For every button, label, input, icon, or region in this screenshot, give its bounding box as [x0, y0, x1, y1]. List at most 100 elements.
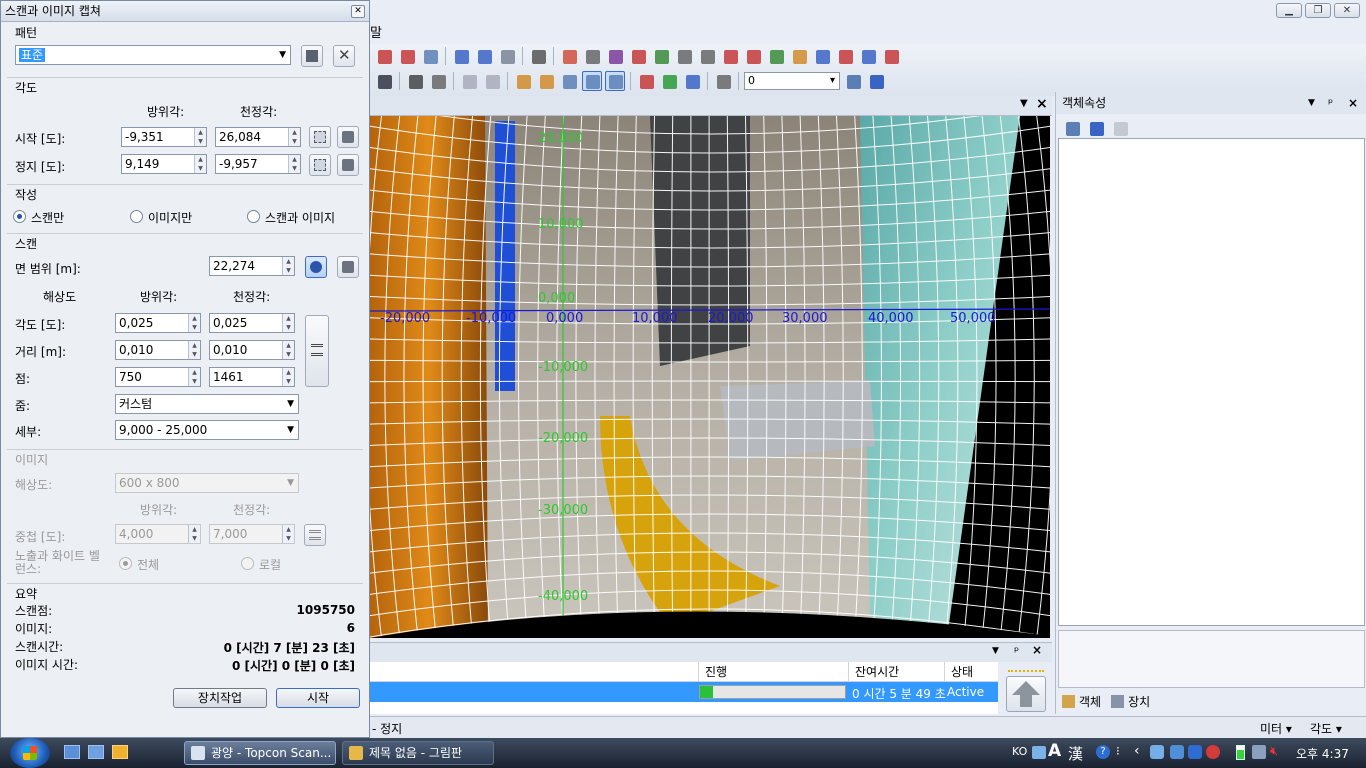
- progress-row[interactable]: 0 시간 5 분 49 초 Active: [370, 682, 998, 702]
- battery-icon[interactable]: [1236, 745, 1245, 760]
- detail-select[interactable]: 9,000 - 25,000 ▼: [115, 420, 299, 440]
- radio-image-only[interactable]: 이미지만: [130, 209, 192, 226]
- tab-devices[interactable]: 장치: [1111, 692, 1150, 712]
- task-paint[interactable]: 제목 없음 - 그림판: [342, 741, 494, 765]
- tray-app-icon[interactable]: [1150, 745, 1164, 759]
- properties-grid[interactable]: [1058, 138, 1365, 626]
- clock[interactable]: 오후 4:37: [1296, 745, 1349, 762]
- dialog-close-icon[interactable]: ✕: [351, 5, 365, 18]
- pattern-select[interactable]: 표준 ▼: [15, 45, 291, 65]
- distance-zenith-input[interactable]: 0,010 ▲ ▼: [209, 340, 295, 360]
- close-button[interactable]: ✕: [1334, 3, 1360, 18]
- print-icon[interactable]: [405, 71, 425, 91]
- view2-icon[interactable]: [536, 71, 556, 91]
- input-language[interactable]: KO: [1012, 745, 1027, 758]
- scan-icon[interactable]: [559, 46, 579, 66]
- start-pick-button[interactable]: [309, 126, 331, 148]
- tray-expand-icon[interactable]: ‹: [1134, 743, 1140, 759]
- tray-options-icon[interactable]: ⁝: [1116, 744, 1120, 758]
- link-resolution-button[interactable]: [305, 315, 329, 387]
- zoom-out-icon[interactable]: [474, 46, 494, 66]
- scan-angle-azimuth-input[interactable]: 0,025 ▲ ▼: [115, 313, 201, 333]
- layer-select[interactable]: 0 ▾: [744, 72, 840, 90]
- range-measure-button[interactable]: [305, 256, 327, 278]
- box1-icon[interactable]: [674, 46, 694, 66]
- stop-azimuth-input[interactable]: 9,149 ▲ ▼: [121, 154, 207, 174]
- table-icon[interactable]: [497, 46, 517, 66]
- progress-dropdown-icon[interactable]: ▼: [992, 646, 999, 656]
- restore-button[interactable]: ❐: [1305, 3, 1331, 18]
- sel4-icon[interactable]: [835, 46, 855, 66]
- help-icon[interactable]: ?: [1096, 745, 1110, 759]
- view1-icon[interactable]: [513, 71, 533, 91]
- viewer-close-icon[interactable]: ×: [1036, 96, 1048, 112]
- view4-icon[interactable]: [582, 71, 602, 91]
- sel3-icon[interactable]: [812, 46, 832, 66]
- cube-green-icon[interactable]: [659, 71, 679, 91]
- cube-blue-icon[interactable]: [682, 71, 702, 91]
- ime-pad-icon[interactable]: [1032, 746, 1046, 759]
- zoom-select[interactable]: 커스텀 ▼: [115, 394, 299, 414]
- layers-icon[interactable]: [866, 71, 886, 91]
- explorer-icon[interactable]: [88, 745, 104, 759]
- save-pattern-button[interactable]: [301, 45, 323, 67]
- cube-red-icon[interactable]: [636, 71, 656, 91]
- sel6-icon[interactable]: [881, 46, 901, 66]
- select-box-icon[interactable]: [397, 46, 417, 66]
- box2-icon[interactable]: [697, 46, 717, 66]
- sort-az-icon[interactable]: [1086, 118, 1106, 138]
- angle-selector[interactable]: 각도 ▾: [1310, 720, 1342, 737]
- start-orb[interactable]: [10, 738, 50, 768]
- overlap-zenith-input[interactable]: 7,000 ▲ ▼: [209, 524, 295, 544]
- point-cloud-viewer[interactable]: -20,000 -10,000 0,000 10,000 20,000 30,000 40,…: [370, 116, 1050, 638]
- select-region-icon[interactable]: [374, 46, 394, 66]
- panel-dropdown-icon[interactable]: ▼: [1308, 92, 1315, 114]
- radio-scan-and-image[interactable]: 스캔과 이미지: [247, 209, 335, 226]
- range-camera-button[interactable]: [337, 256, 359, 278]
- network-status-icon[interactable]: [1252, 745, 1266, 759]
- range-input[interactable]: 22,274 ▲ ▼: [209, 256, 295, 276]
- property-pages-icon[interactable]: [1110, 118, 1130, 138]
- filter-icon[interactable]: [651, 46, 671, 66]
- viewer-dropdown-icon[interactable]: ▼: [1020, 98, 1028, 109]
- ime-mode-a[interactable]: A: [1048, 741, 1061, 761]
- grid-view-icon[interactable]: [420, 46, 440, 66]
- target-icon[interactable]: [628, 46, 648, 66]
- progress-pin-icon[interactable]: ᵖ: [1014, 644, 1019, 658]
- sel1-icon[interactable]: [766, 46, 786, 66]
- start-camera-button[interactable]: [337, 126, 359, 148]
- categorized-icon[interactable]: [1062, 118, 1082, 138]
- view3-icon[interactable]: [559, 71, 579, 91]
- fit-icon[interactable]: [713, 71, 733, 91]
- media-player-icon[interactable]: [112, 745, 128, 759]
- tray-network-icon[interactable]: [1170, 745, 1184, 759]
- move-up-button[interactable]: [1006, 676, 1046, 712]
- radio-scan-only[interactable]: 스캔만: [13, 209, 64, 226]
- ime-hanja[interactable]: 漢: [1068, 743, 1083, 764]
- align-icon[interactable]: [528, 46, 548, 66]
- sel5-icon[interactable]: [858, 46, 878, 66]
- tab-objects[interactable]: 객체: [1058, 692, 1101, 712]
- box3-icon[interactable]: [720, 46, 740, 66]
- overlap-azimuth-input[interactable]: 4,000 ▲ ▼: [115, 524, 201, 544]
- panel-close-icon[interactable]: ×: [1348, 92, 1358, 114]
- tray-security-icon[interactable]: [1206, 745, 1220, 759]
- undo-icon[interactable]: [459, 71, 479, 91]
- device-task-button[interactable]: 장치작업: [173, 688, 267, 708]
- stop-pick-button[interactable]: [309, 154, 331, 176]
- print-preview-icon[interactable]: [428, 71, 448, 91]
- radio-exposure-local[interactable]: 로컬: [241, 556, 281, 573]
- sel2-icon[interactable]: [789, 46, 809, 66]
- coords-icon[interactable]: [605, 46, 625, 66]
- layer-manager-icon[interactable]: [843, 71, 863, 91]
- points-zenith-input[interactable]: 1461 ▲ ▼: [209, 367, 295, 387]
- redo-icon[interactable]: [482, 71, 502, 91]
- overlap-link-button[interactable]: [304, 524, 326, 546]
- show-desktop-icon[interactable]: [64, 745, 80, 759]
- progress-close-icon[interactable]: ×: [1032, 643, 1042, 657]
- distance-azimuth-input[interactable]: 0,010 ▲ ▼: [115, 340, 201, 360]
- save-icon[interactable]: [374, 71, 394, 91]
- radio-exposure-all[interactable]: 전체: [119, 556, 159, 573]
- flag-icon[interactable]: [743, 46, 763, 66]
- menu-item-help[interactable]: 말: [370, 22, 382, 41]
